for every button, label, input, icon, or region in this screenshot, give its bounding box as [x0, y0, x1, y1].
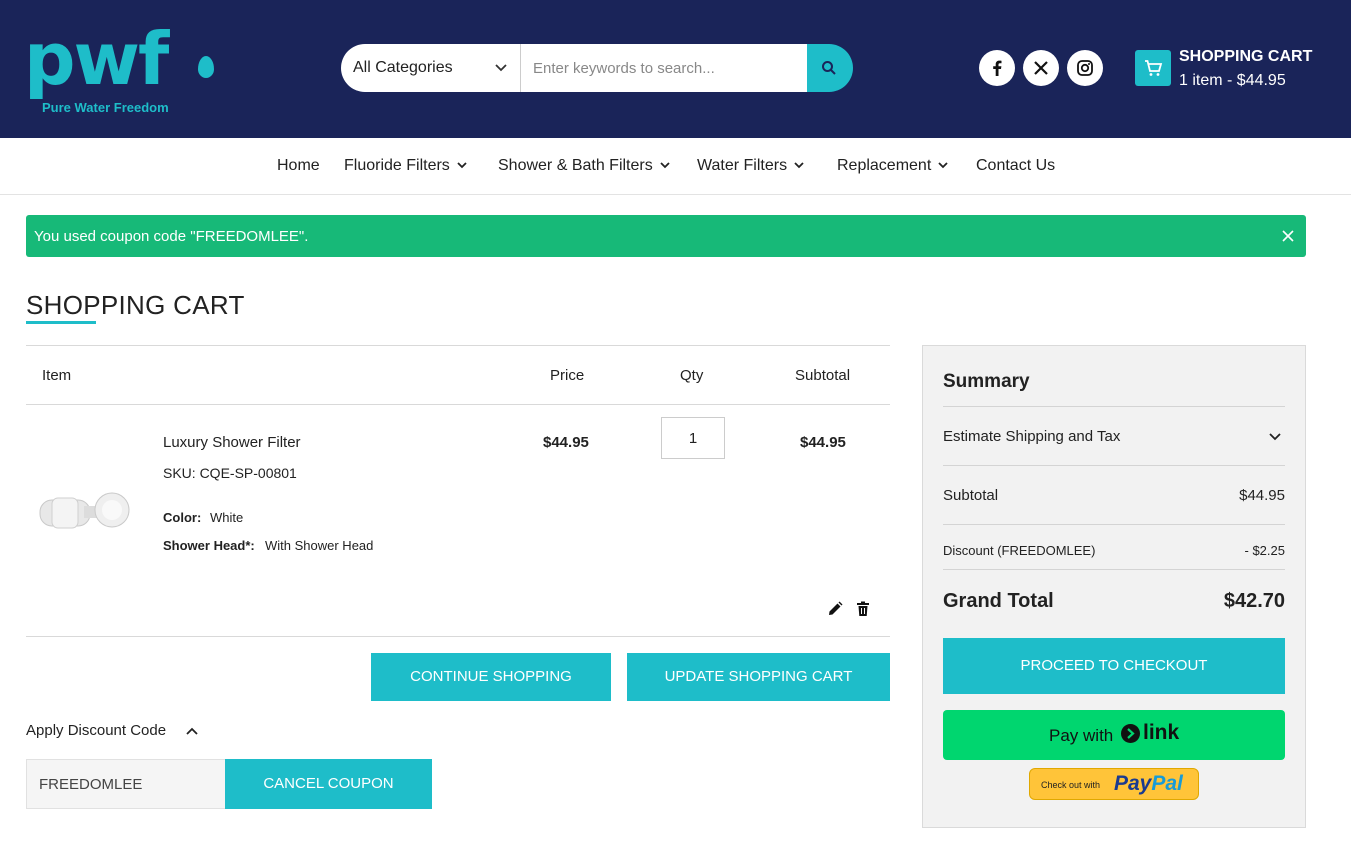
discount-value: - $2.25	[1244, 543, 1285, 558]
coupon-success-alert: You used coupon code "FREEDOMLEE".	[26, 215, 1306, 257]
chevron-down-icon	[938, 162, 948, 169]
pay-with-link-button[interactable]: Pay with link	[943, 710, 1285, 760]
main-nav: Home Fluoride Filters Shower & Bath Filt…	[0, 138, 1351, 195]
estimate-shipping-toggle[interactable]: Estimate Shipping and Tax	[943, 428, 1120, 445]
logo-wordmark: pwf	[24, 17, 169, 101]
chevron-down-icon	[457, 162, 467, 169]
product-name[interactable]: Luxury Shower Filter	[163, 434, 301, 451]
grand-total-label: Grand Total	[943, 590, 1054, 612]
summary-divider	[943, 569, 1285, 570]
chevron-down-icon	[495, 64, 507, 72]
site-header: pwf Pure Water Freedom All Categories SH…	[0, 0, 1351, 138]
chevron-up-icon[interactable]	[185, 724, 199, 738]
paypal-logo-pal: Pal	[1151, 772, 1183, 795]
shopping-cart-icon	[1145, 60, 1163, 76]
paypal-small-label: Check out with	[1041, 780, 1101, 790]
subtotal-label: Subtotal	[943, 487, 999, 504]
search-input[interactable]	[521, 44, 807, 92]
product-image[interactable]	[34, 478, 132, 542]
nav-fluoride-label: Fluoride Filters	[344, 157, 450, 174]
link-brand: link	[1143, 721, 1180, 744]
paypal-logo-pay: Pay	[1114, 772, 1152, 795]
instagram-icon	[1077, 60, 1093, 76]
alert-message: You used coupon code "FREEDOMLEE".	[34, 228, 309, 245]
facebook-link[interactable]	[979, 50, 1015, 86]
nav-contact-label: Contact Us	[976, 157, 1056, 174]
nav-fluoride-filters[interactable]: Fluoride Filters	[344, 157, 468, 175]
nav-contact-us[interactable]: Contact Us	[976, 157, 1055, 175]
proceed-to-checkout-button[interactable]: PROCEED TO CHECKOUT	[943, 638, 1285, 694]
page-title: SHOPPING CART	[26, 290, 245, 320]
trash-icon[interactable]	[854, 600, 872, 618]
nav-shower-bath-filters[interactable]: Shower & Bath Filters	[498, 157, 671, 175]
summary-title: Summary	[943, 371, 1030, 392]
grand-total-value: $42.70	[1223, 590, 1285, 612]
column-header-subtotal: Subtotal	[795, 367, 851, 384]
item-subtotal: $44.95	[800, 434, 846, 451]
quantity-input[interactable]	[661, 417, 725, 459]
nav-shower-label: Shower & Bath Filters	[498, 157, 653, 174]
continue-shopping-button[interactable]: CONTINUE SHOPPING	[371, 653, 611, 701]
paypal-checkout-button[interactable]: Check out with PayPal	[1029, 768, 1199, 800]
water-drop-icon	[198, 56, 214, 78]
discount-toggle[interactable]: Apply Discount Code	[26, 722, 166, 739]
cancel-coupon-button[interactable]: CANCEL COUPON	[225, 759, 432, 809]
discount-label: Discount (FREEDOMLEE)	[943, 543, 1096, 558]
site-logo[interactable]: pwf Pure Water Freedom	[24, 17, 224, 118]
x-icon	[1034, 61, 1048, 75]
category-selected: All Categories	[353, 59, 453, 76]
table-divider	[26, 345, 890, 346]
order-summary: Summary Estimate Shipping and Tax Subtot…	[922, 345, 1306, 828]
edit-icon[interactable]	[826, 600, 844, 618]
option-label: Color:	[163, 510, 202, 525]
search-icon	[822, 61, 836, 75]
logo-subtitle: Pure Water Freedom	[42, 100, 169, 115]
nav-home[interactable]: Home	[277, 157, 320, 175]
chevron-down-icon	[660, 162, 670, 169]
nav-home-label: Home	[277, 157, 320, 174]
nav-replacement[interactable]: Replacement	[837, 157, 949, 175]
update-cart-button[interactable]: UPDATE SHOPPING CART	[627, 653, 890, 701]
subtotal-value: $44.95	[1239, 487, 1285, 504]
option-label: Shower Head*:	[163, 538, 255, 553]
cart-title[interactable]: SHOPPING CART	[1179, 48, 1312, 66]
summary-divider	[943, 406, 1285, 407]
x-twitter-link[interactable]	[1023, 50, 1059, 86]
link-pay-label: Pay with	[1049, 726, 1114, 745]
column-header-price: Price	[550, 367, 585, 384]
paypal-logo: PayPal	[1114, 772, 1183, 796]
table-divider	[26, 636, 890, 637]
summary-divider	[943, 524, 1285, 525]
column-header-item: Item	[42, 367, 72, 384]
category-select[interactable]: All Categories	[341, 44, 521, 92]
title-underline	[26, 321, 96, 324]
chevron-down-icon	[794, 162, 804, 169]
product-sku: SKU: CQE-SP-00801	[163, 465, 297, 481]
close-icon[interactable]	[1280, 228, 1296, 244]
discount-code-input[interactable]	[26, 759, 226, 809]
option-value: White	[210, 510, 244, 525]
summary-divider	[943, 465, 1285, 466]
instagram-link[interactable]	[1067, 50, 1103, 86]
cart-summary[interactable]: 1 item - $44.95	[1179, 72, 1286, 90]
column-header-qty: Qty	[680, 367, 704, 384]
item-price: $44.95	[543, 434, 589, 451]
search-button[interactable]	[807, 44, 853, 92]
nav-water-label: Water Filters	[697, 157, 788, 174]
link-arrow-icon	[1121, 724, 1140, 743]
facebook-icon	[993, 60, 1002, 76]
cart-button[interactable]	[1135, 50, 1171, 86]
search-bar: All Categories	[341, 44, 853, 92]
table-divider	[26, 404, 890, 405]
nav-water-filters[interactable]: Water Filters	[697, 157, 805, 175]
nav-replacement-label: Replacement	[837, 157, 932, 174]
option-value: With Shower Head	[265, 538, 374, 553]
chevron-down-icon[interactable]	[1267, 428, 1283, 444]
